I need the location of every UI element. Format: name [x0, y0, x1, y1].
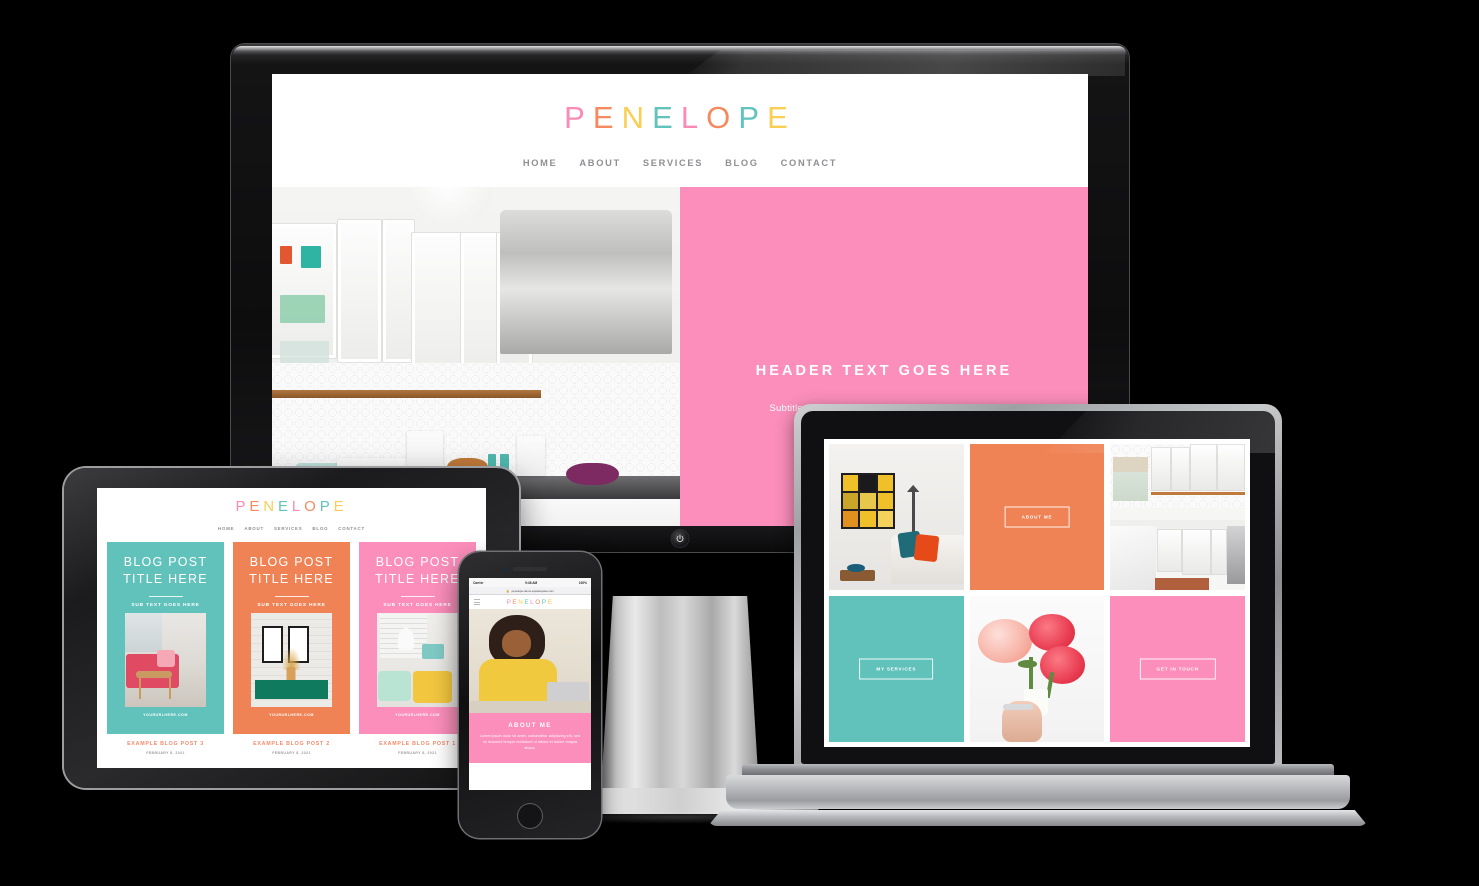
phone-mockup: Carrier 9:48 AM 100% 🔒 penelope-demo.squ…: [459, 552, 601, 838]
tablet-site: PENELOPE HOME ABOUT SERVICES BLOG CONTACT BL…: [97, 488, 486, 768]
nav-item-services[interactable]: SERVICES: [643, 158, 703, 168]
browser-url-bar[interactable]: 🔒 penelope-demo.squarespace.com: [469, 587, 591, 595]
logo-letter-1: E: [592, 100, 622, 135]
home-button[interactable]: [517, 803, 543, 829]
blog-card-url: YOURURLHERE.COM: [143, 712, 188, 717]
logo-letter-4: L: [680, 100, 707, 135]
laptop-site: ABOUT ME MY SERVICES GET IN TOUCH: [824, 439, 1250, 747]
blog-card-url: YOURURLHERE.COM: [395, 712, 440, 717]
tile-living-room-photo: [829, 444, 964, 590]
tile-about-me-tile[interactable]: ABOUT ME: [969, 444, 1105, 590]
divider-rule: [400, 595, 435, 597]
laptop-mockup: ABOUT ME MY SERVICES GET IN TOUCH: [708, 404, 1368, 852]
logo-letter-7: E: [333, 498, 348, 515]
about-body-text: Lorem ipsum dolor sit amet, consectetur …: [479, 734, 581, 750]
phone-screen: Carrier 9:48 AM 100% 🔒 penelope-demo.squ…: [469, 578, 591, 790]
logo-letter-1: E: [249, 498, 264, 515]
logo-letter-0: P: [235, 498, 250, 515]
blog-card-title: BLOG POST TITLE HERE: [249, 555, 334, 587]
blog-post-date: FEBRUARY 8, 2021: [272, 750, 311, 755]
logo-letter-5: O: [304, 498, 320, 515]
blog-card-subtext: SUB TEXT GOES HERE: [257, 602, 326, 608]
blog-card-image: [250, 612, 333, 707]
nav-item-contact[interactable]: CONTACT: [338, 526, 365, 531]
blog-card-image: [376, 612, 459, 707]
earpiece-speaker: [513, 567, 547, 571]
tablet-body: PENELOPE HOME ABOUT SERVICES BLOG CONTACT BL…: [64, 468, 519, 788]
nav-item-about[interactable]: ABOUT: [579, 158, 620, 168]
laptop-lid: ABOUT ME MY SERVICES GET IN TOUCH: [794, 404, 1282, 771]
get-in-touch-button[interactable]: GET IN TOUCH: [1139, 658, 1216, 680]
monitor-gloss-streak: [685, 50, 1125, 76]
logo-letter-5: O: [706, 100, 739, 135]
power-button-icon[interactable]: [671, 530, 689, 547]
nav-item-services[interactable]: SERVICES: [274, 526, 302, 531]
logo-letter-6: P: [319, 498, 334, 515]
about-me-button[interactable]: ABOUT ME: [1004, 506, 1070, 528]
nav-item-blog[interactable]: BLOG: [725, 158, 759, 168]
laptop-deck: [726, 775, 1350, 809]
mockup-stage: PENELOPE HOME ABOUT SERVICES BLOG CONTACT: [0, 0, 1479, 886]
blog-post-date: FEBRUARY 8, 2021: [146, 750, 185, 755]
logo-letter-4: L: [291, 498, 305, 515]
tile-my-services-tile[interactable]: MY SERVICES: [829, 596, 964, 742]
about-heading: ABOUT ME: [508, 722, 552, 729]
laptop-screen: ABOUT ME MY SERVICES GET IN TOUCH: [824, 439, 1250, 747]
tile-get-in-touch-tile[interactable]: GET IN TOUCH: [1110, 596, 1245, 742]
url-text: penelope-demo.squarespace.com: [511, 588, 554, 593]
hero-header-text: HEADER TEXT GOES HERE: [755, 363, 1013, 379]
nav-item-home[interactable]: HOME: [218, 526, 234, 531]
divider-rule: [274, 595, 309, 597]
portfolio-grid: ABOUT ME MY SERVICES GET IN TOUCH: [824, 439, 1250, 747]
phone-about-section: ABOUT ME Lorem ipsum dolor sit amet, con…: [469, 713, 591, 764]
blog-card[interactable]: BLOG POST TITLE HERE SUB TEXT GOES HERE YO…: [107, 542, 224, 755]
blog-card-subtext: SUB TEXT GOES HERE: [383, 602, 452, 608]
blog-card-image: [124, 612, 207, 707]
tablet-screen: PENELOPE HOME ABOUT SERVICES BLOG CONTACT BL…: [97, 488, 486, 768]
my-services-button[interactable]: MY SERVICES: [859, 658, 934, 680]
phone-body: Carrier 9:48 AM 100% 🔒 penelope-demo.squ…: [459, 552, 601, 838]
phone-hero-portrait-image: [469, 609, 591, 713]
tablet-mockup: PENELOPE HOME ABOUT SERVICES BLOG CONTACT BL…: [64, 468, 519, 788]
status-carrier: Carrier: [473, 580, 484, 585]
divider-rule: [148, 595, 183, 597]
site-logo-phone[interactable]: PENELOPE: [480, 599, 580, 606]
blog-card-title: BLOG POST TITLE HERE: [375, 555, 460, 587]
logo-letter-6: P: [738, 100, 768, 135]
blog-card-subtext: SUB TEXT GOES HERE: [131, 602, 200, 608]
logo-letter-2: N: [263, 498, 278, 515]
nav-item-blog[interactable]: BLOG: [312, 526, 328, 531]
nav-item-home[interactable]: HOME: [523, 158, 558, 168]
main-nav-desktop[interactable]: HOME ABOUT SERVICES BLOG CONTACT: [272, 136, 1088, 168]
logo-letter-7: E: [547, 598, 554, 606]
phone-site-header: PENELOPE: [469, 595, 591, 609]
nav-item-about[interactable]: ABOUT: [244, 526, 264, 531]
logo-letter-7: E: [767, 100, 796, 135]
laptop-screen-bezel: ABOUT ME MY SERVICES GET IN TOUCH: [801, 411, 1275, 764]
status-time: 9:48 AM: [525, 580, 538, 585]
tile-kitchen-photo: [1110, 444, 1245, 590]
site-logo-tablet[interactable]: PENELOPE: [97, 488, 486, 515]
logo-letter-3: E: [278, 498, 292, 515]
blog-card[interactable]: BLOG POST TITLE HERE SUB TEXT GOES HERE YO…: [233, 542, 350, 755]
site-logo-desktop[interactable]: PENELOPE: [272, 74, 1088, 136]
blog-card-title: BLOG POST TITLE HERE: [123, 555, 208, 587]
main-nav-tablet[interactable]: HOME ABOUT SERVICES BLOG CONTACT: [97, 515, 486, 531]
logo-letter-2: N: [621, 100, 653, 135]
laptop-base-edge: [708, 810, 1368, 826]
blog-card-url: YOURURLHERE.COM: [269, 712, 314, 717]
lock-icon: 🔒: [506, 588, 510, 593]
blog-card-meta: EXAMPLE BLOG POST 2 FEBRUARY 8, 2021: [233, 734, 350, 755]
logo-letter-3: E: [652, 100, 681, 135]
status-battery: 100%: [578, 580, 587, 585]
blog-card-list: BLOG POST TITLE HERE SUB TEXT GOES HERE YO…: [97, 531, 486, 755]
logo-letter-0: P: [564, 100, 593, 135]
blog-card-meta: EXAMPLE BLOG POST 3 FEBRUARY 8, 2021: [107, 734, 224, 755]
front-camera-icon: [503, 568, 507, 572]
tile-flowers-photo: [969, 596, 1105, 742]
phone-status-bar: Carrier 9:48 AM 100%: [469, 578, 591, 587]
nav-item-contact[interactable]: CONTACT: [781, 158, 837, 168]
